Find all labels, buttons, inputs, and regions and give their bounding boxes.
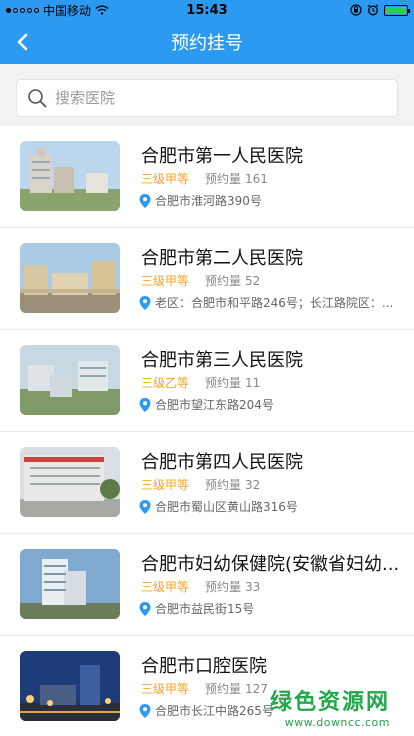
hospital-level: 三级甲等 (141, 478, 190, 492)
search-section (0, 64, 414, 126)
booking-count-label: 预约量 (205, 376, 242, 390)
search-input[interactable] (55, 89, 375, 107)
rotation-lock-icon (350, 4, 362, 16)
hospital-address: 合肥市淮河路390号 (155, 194, 262, 208)
chevron-left-icon (17, 33, 28, 51)
booking-count-label: 预约量 (205, 478, 242, 492)
hospital-address: 合肥市长江中路265号 (155, 704, 274, 718)
booking-count: 52 (245, 274, 261, 288)
search-box[interactable] (16, 79, 398, 117)
hospital-name: 合肥市第四人民医院 (141, 452, 303, 473)
hospital-list-item[interactable]: 合肥市第二人民医院 三级甲等 预约量 52 老区：合肥市和平路246号；长江路院区… (0, 228, 414, 330)
booking-count: 161 (245, 172, 268, 186)
hospital-address: 合肥市益民街15号 (155, 602, 255, 616)
alarm-icon (367, 4, 379, 16)
hospital-address: 老区：合肥市和平路246号；长江路院区：... (155, 296, 394, 310)
watermark-url: www.downcc.com (284, 716, 390, 729)
location-pin-icon (139, 295, 151, 310)
booking-count-label: 预约量 (205, 580, 242, 594)
hospital-thumbnail (20, 345, 120, 415)
status-bar: 中国移动 15:43 (0, 0, 414, 20)
hospital-thumbnail (20, 651, 120, 721)
hospital-thumbnail (20, 243, 120, 313)
location-pin-icon (139, 601, 151, 616)
booking-count: 32 (245, 478, 261, 492)
signal-icon (6, 7, 39, 13)
hospital-name: 合肥市第一人民医院 (141, 146, 303, 167)
hospital-level: 三级甲等 (141, 580, 190, 594)
hospital-list-item[interactable]: 合肥市第四人民医院 三级甲等 预约量 32 合肥市蜀山区黄山路316号 (0, 432, 414, 534)
hospital-list-item[interactable]: 合肥市第一人民医院 三级甲等 预约量 161 合肥市淮河路390号 (0, 126, 414, 228)
nav-bar: 预约挂号 (0, 20, 414, 64)
page-title: 预约挂号 (171, 33, 243, 54)
hospital-list: 合肥市第一人民医院 三级甲等 预约量 161 合肥市淮河路390号 合肥市第二人民… (0, 126, 414, 736)
hospital-address: 合肥市望江东路204号 (155, 398, 274, 412)
booking-count: 127 (245, 682, 268, 696)
hospital-name: 合肥市第三人民医院 (141, 350, 303, 371)
hospital-level: 三级甲等 (141, 172, 190, 186)
hospital-thumbnail (20, 447, 120, 517)
hospital-thumbnail (20, 141, 120, 211)
hospital-name: 合肥市第二人民医院 (141, 248, 303, 269)
battery-icon (384, 4, 410, 16)
booking-count: 11 (245, 376, 261, 390)
hospital-level: 三级乙等 (141, 376, 190, 390)
booking-count-label: 预约量 (205, 274, 242, 288)
hospital-thumbnail (20, 549, 120, 619)
hospital-list-item[interactable]: 合肥市第三人民医院 三级乙等 预约量 11 合肥市望江东路204号 (0, 330, 414, 432)
booking-count-label: 预约量 (205, 682, 242, 696)
hospital-level: 三级甲等 (141, 682, 190, 696)
hospital-level: 三级甲等 (141, 274, 190, 288)
watermark: 绿色资源网 www.downcc.com (270, 684, 390, 729)
hospital-name: 合肥市妇幼保健院(安徽省妇幼... (141, 554, 400, 575)
back-button[interactable] (0, 20, 44, 64)
hospital-name: 合肥市口腔医院 (141, 656, 267, 677)
search-icon (28, 89, 47, 108)
watermark-title: 绿色资源网 (269, 690, 390, 715)
carrier-label: 中国移动 (43, 3, 92, 18)
location-pin-icon (139, 703, 151, 718)
booking-count-label: 预约量 (205, 172, 242, 186)
location-pin-icon (139, 193, 151, 208)
wifi-icon (95, 5, 109, 15)
booking-count: 33 (245, 580, 261, 594)
hospital-address: 合肥市蜀山区黄山路316号 (155, 500, 298, 514)
location-pin-icon (139, 499, 151, 514)
location-pin-icon (139, 397, 151, 412)
hospital-list-item[interactable]: 合肥市妇幼保健院(安徽省妇幼... 三级甲等 预约量 33 合肥市益民街15号 (0, 534, 414, 636)
